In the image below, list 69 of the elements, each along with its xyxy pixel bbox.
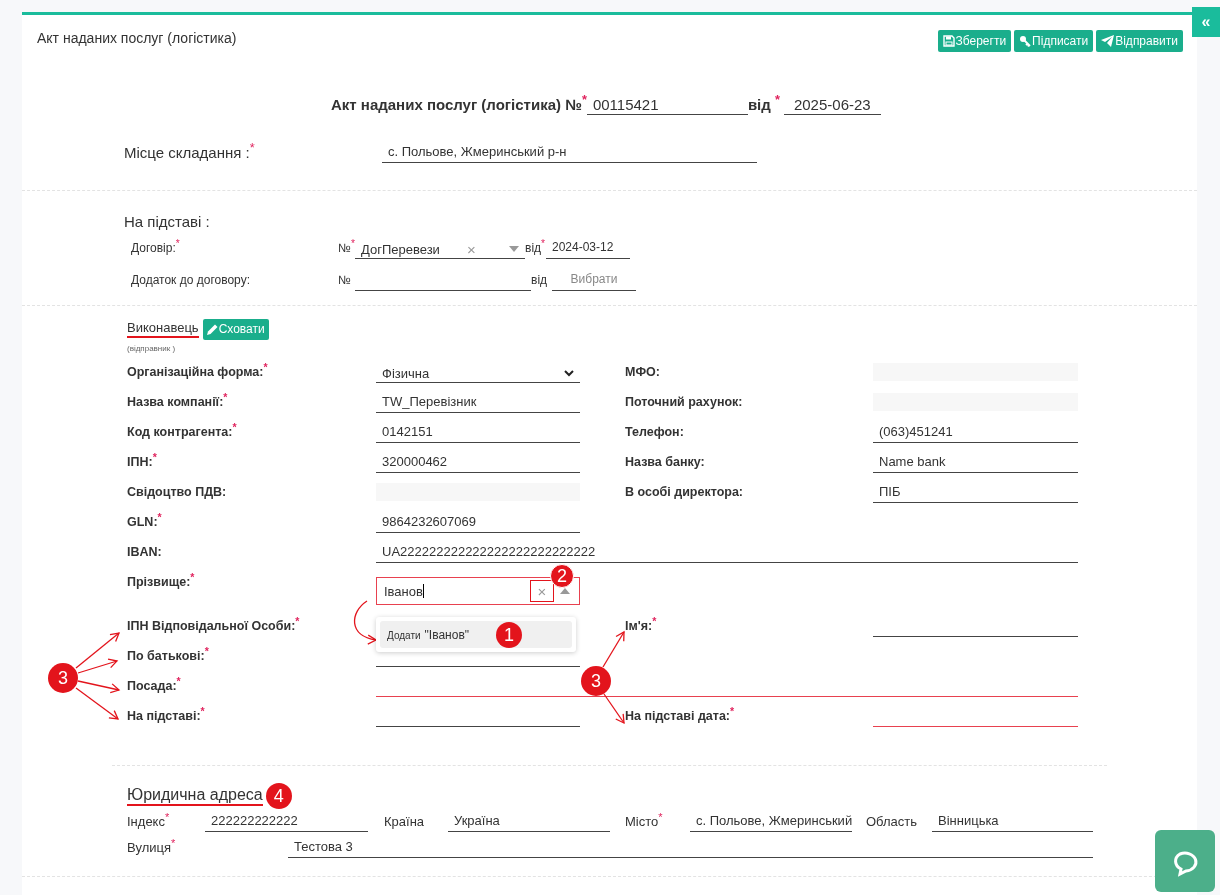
select-field[interactable]: ДогПеревези × xyxy=(355,237,525,259)
field-label: Свідоцтво ПДВ: xyxy=(127,485,228,499)
field-label: Поточний рахунок: xyxy=(625,395,744,409)
input-field[interactable]: ПІБ xyxy=(873,481,1078,503)
caret-down-icon xyxy=(509,246,519,252)
field-label: GLN:$^{*}$ xyxy=(127,515,163,529)
paper-plane-icon xyxy=(1101,35,1115,47)
input-field[interactable]: Україна xyxy=(448,810,610,832)
annotation-arrow xyxy=(603,693,625,725)
field-label: Індекс$^{*}$ xyxy=(127,813,171,829)
page-title: Акт наданих послуг (логістика) xyxy=(37,30,237,46)
chat-button[interactable] xyxy=(1155,830,1215,892)
section-title: Виконавець xyxy=(127,320,199,338)
field-label: МФО: xyxy=(625,365,661,379)
field-label: Область xyxy=(866,813,919,829)
field-label: Договір:$^{*}$ xyxy=(131,241,181,255)
annotation-badge: 2 xyxy=(550,564,574,588)
field-label: Назва банку: xyxy=(625,455,706,469)
field-label: Прізвище:$^{*}$ xyxy=(127,575,196,589)
chevron-down-icon xyxy=(564,369,574,377)
input-field[interactable]: с. Польове, Жмеринський xyxy=(690,810,852,832)
select-field[interactable]: Фізична xyxy=(376,361,580,383)
field-label: ІПН Відповідальної Особи:$^{*}$ xyxy=(127,619,301,633)
input-field[interactable]: Name bank xyxy=(873,451,1078,473)
field-label: Телефон: xyxy=(625,425,685,439)
number-label: №$^{*}$ xyxy=(338,241,355,255)
input-field[interactable]: TW_Перевізник xyxy=(376,391,580,413)
field-label: Код контрагента:$^{*}$ xyxy=(127,425,238,439)
date-field[interactable]: 2025-06-23 xyxy=(783,93,881,115)
field-label: Додаток до договору: xyxy=(131,273,251,287)
key-icon xyxy=(1019,35,1032,47)
date-label: від$^{*}$ xyxy=(525,241,546,255)
section-title: На підставі : xyxy=(124,212,210,230)
pencil-icon xyxy=(206,323,218,335)
date-field[interactable]: 2024-03-12 xyxy=(546,237,630,259)
input-field[interactable]: Тестова 3 xyxy=(288,836,1093,858)
field-label: Ім'я:$^{*}$ xyxy=(625,619,658,633)
field-label: Місто$^{*}$ xyxy=(625,813,664,829)
number-field[interactable]: 00115421 xyxy=(586,93,748,115)
input-field[interactable]: 9864232607069 xyxy=(376,511,580,533)
annotation-arrow xyxy=(354,600,378,645)
field-label: Назва компанії:$^{*}$ xyxy=(127,395,229,409)
field-label: Місце складання :$^{*}$ xyxy=(124,143,256,161)
number-label: № xyxy=(338,273,352,287)
field-label: Організаційна форма:$^{*}$ xyxy=(127,365,269,379)
input-field[interactable]: UA222222222222222222222222222 xyxy=(376,541,1078,563)
input-field[interactable]: Вінницька xyxy=(932,810,1093,832)
document-heading: Акт наданих послуг (логістика) №$^{*}$ xyxy=(331,95,587,113)
field-label: Країна xyxy=(384,813,426,829)
field-label: На підставі:$^{*}$ xyxy=(127,709,206,723)
input-field[interactable]: (063)451241 xyxy=(873,421,1078,443)
field-label: В особі директора: xyxy=(625,485,745,499)
input-field[interactable]: с. Польове, Жмеринський р-н xyxy=(382,141,757,163)
field-label: IBAN: xyxy=(127,545,163,559)
annotation-arrow xyxy=(602,630,625,668)
date-label: від $^{*}$ xyxy=(747,95,780,113)
date-label: від xyxy=(531,273,549,287)
section-title: Юридична адреса xyxy=(127,786,263,806)
field-label: На підставі дата:$^{*}$ xyxy=(625,709,736,723)
input-field[interactable]: 320000462 xyxy=(376,451,580,473)
section-subtitle: (відправник ) xyxy=(127,344,176,353)
field-label: ІПН:$^{*}$ xyxy=(127,455,158,469)
field-label: Вулиця$^{*}$ xyxy=(127,839,177,855)
input-field[interactable]: 0142151 xyxy=(376,421,580,443)
field-label: По батькові:$^{*}$ xyxy=(127,649,210,663)
field-label: Посада:$^{*}$ xyxy=(127,679,182,693)
date-field[interactable]: Вибрати xyxy=(552,269,636,291)
annotation-badge: 4 xyxy=(265,783,292,809)
input-field[interactable]: 222222222222 xyxy=(205,810,368,832)
